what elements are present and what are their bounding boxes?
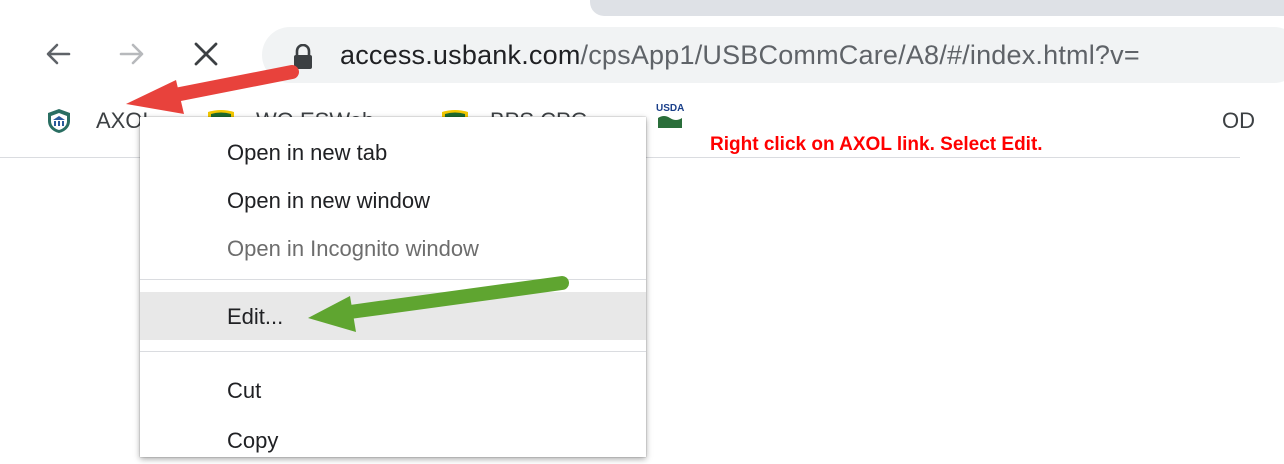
menu-item-open-new-tab[interactable]: Open in new tab (140, 128, 646, 176)
tab-strip (590, 0, 1284, 16)
usda-logo: USDA (656, 104, 684, 128)
menu-item-copy[interactable]: Copy (140, 416, 646, 464)
menu-item-edit[interactable]: Edit... (140, 292, 646, 340)
lock-icon[interactable] (292, 43, 314, 70)
back-arrow-icon[interactable] (40, 36, 76, 72)
close-icon[interactable] (188, 36, 224, 72)
axol-icon (48, 109, 70, 133)
url-host: access.usbank.com (340, 40, 581, 70)
instruction-annotation: Right click on AXOL link. Select Edit. (710, 134, 1043, 155)
url-path: /cpsApp1/USBCommCare/A8/#/index.html?v= (580, 40, 1140, 70)
url-text[interactable]: access.usbank.com/cpsApp1/USBCommCare/A8… (340, 40, 1140, 71)
menu-separator (140, 351, 646, 352)
menu-separator (140, 279, 646, 280)
bookmark-label: OD (1222, 108, 1255, 133)
menu-item-cut[interactable]: Cut (140, 366, 646, 414)
context-menu: Open in new tab Open in new window Open … (140, 117, 646, 457)
forward-arrow-icon[interactable] (114, 36, 150, 72)
menu-item-open-new-window[interactable]: Open in new window (140, 176, 646, 224)
bookmark-od[interactable]: OD (1222, 108, 1255, 134)
bookmark-usda[interactable]: USDA (656, 104, 684, 128)
menu-item-open-incognito: Open in Incognito window (227, 236, 479, 261)
bookmark-axol[interactable]: AXOL (46, 108, 155, 134)
